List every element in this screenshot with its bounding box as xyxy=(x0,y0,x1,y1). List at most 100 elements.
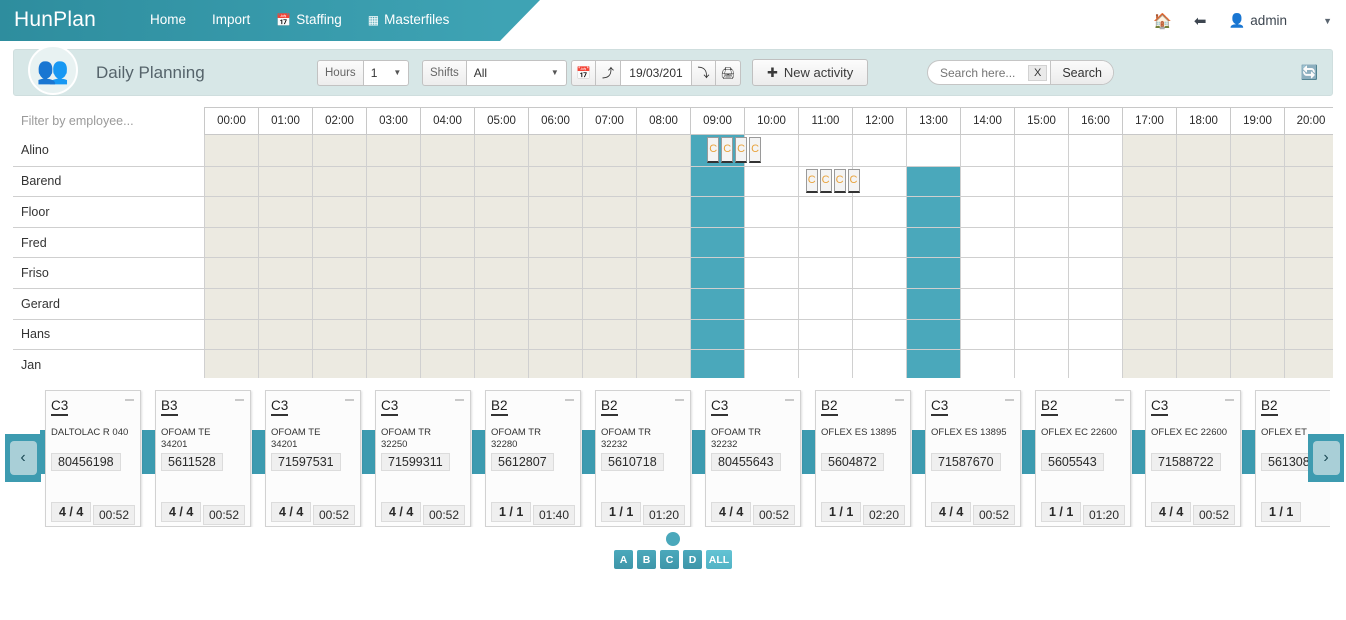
activity-card[interactable]: C3 DALTOLAC R 040 80456198 4 / 4 00:52 xyxy=(45,390,141,527)
nav-item-masterfiles[interactable]: ▦ Masterfiles xyxy=(368,12,450,27)
employee-name-cell[interactable]: Alino xyxy=(13,135,204,166)
hours-select[interactable]: 1 ▼ xyxy=(362,59,410,86)
grid-slot[interactable] xyxy=(204,197,258,227)
grid-slot[interactable] xyxy=(258,258,312,288)
card-minimize-icon[interactable] xyxy=(1225,399,1234,401)
grid-slot[interactable] xyxy=(852,258,906,288)
grid-slot[interactable] xyxy=(1230,319,1284,350)
employee-name-cell[interactable]: Hans xyxy=(13,319,204,350)
grid-slot[interactable] xyxy=(690,258,744,288)
grid-slot[interactable] xyxy=(1122,166,1176,197)
prev-day-button[interactable]: ⤴ xyxy=(596,59,621,86)
activity-block[interactable]: C xyxy=(707,137,720,163)
grid-slot[interactable] xyxy=(1014,227,1068,258)
activity-card[interactable]: B3 OFOAM TE 34201 5611528 4 / 4 00:52 xyxy=(155,390,251,527)
card-minimize-icon[interactable] xyxy=(565,399,574,401)
grid-slot[interactable] xyxy=(204,227,258,258)
card-minimize-icon[interactable] xyxy=(1115,399,1124,401)
shifts-select[interactable]: All ▼ xyxy=(465,59,567,86)
employee-filter-input[interactable]: Filter by employee... xyxy=(13,107,204,135)
grid-slot[interactable] xyxy=(690,227,744,258)
grid-slot[interactable] xyxy=(312,288,366,319)
grid-slot[interactable] xyxy=(420,258,474,288)
grid-slot[interactable] xyxy=(690,350,744,378)
grid-slot[interactable] xyxy=(906,288,960,319)
activity-card[interactable]: B2 OFLEX EC 22600 5605543 1 / 1 01:20 xyxy=(1035,390,1131,527)
grid-slot[interactable] xyxy=(636,166,690,197)
grid-slot[interactable] xyxy=(528,258,582,288)
grid-slot[interactable] xyxy=(366,227,420,258)
grid-slot[interactable] xyxy=(1068,135,1122,166)
grid-slot[interactable] xyxy=(798,197,852,227)
grid-slot[interactable] xyxy=(204,258,258,288)
grid-slot[interactable] xyxy=(204,319,258,350)
home-icon[interactable]: 🏠 xyxy=(1153,12,1172,30)
pager-button-all[interactable]: ALL xyxy=(706,550,732,569)
grid-slot[interactable] xyxy=(258,135,312,166)
grid-slot[interactable] xyxy=(1122,197,1176,227)
grid-slot[interactable] xyxy=(1014,319,1068,350)
grid-slot[interactable] xyxy=(474,258,528,288)
grid-slot[interactable] xyxy=(852,197,906,227)
grid-slot[interactable] xyxy=(312,350,366,378)
grid-slot[interactable] xyxy=(258,227,312,258)
grid-slot[interactable] xyxy=(312,135,366,166)
pager-button-a[interactable]: A xyxy=(614,550,633,569)
activity-card[interactable]: B2 OFOAM TR 32280 5612807 1 / 1 01:40 xyxy=(485,390,581,527)
grid-slot[interactable] xyxy=(1122,288,1176,319)
grid-slot[interactable] xyxy=(582,227,636,258)
grid-slot[interactable] xyxy=(852,319,906,350)
employee-name-cell[interactable]: Floor xyxy=(13,197,204,227)
card-minimize-icon[interactable] xyxy=(455,399,464,401)
activity-card[interactable]: B2 OFLEX ES 13895 5604872 1 / 1 02:20 xyxy=(815,390,911,527)
grid-slot[interactable] xyxy=(960,135,1014,166)
grid-slot[interactable] xyxy=(420,319,474,350)
grid-slot[interactable] xyxy=(906,227,960,258)
card-minimize-icon[interactable] xyxy=(675,399,684,401)
grid-slot[interactable] xyxy=(852,135,906,166)
grid-slot[interactable] xyxy=(744,288,798,319)
nav-item-home[interactable]: Home xyxy=(150,12,186,27)
grid-slot[interactable] xyxy=(582,135,636,166)
card-minimize-icon[interactable] xyxy=(235,399,244,401)
calendar-icon[interactable]: 📅 xyxy=(571,59,596,86)
grid-slot[interactable] xyxy=(312,166,366,197)
employee-name-cell[interactable]: Jan xyxy=(13,350,204,378)
grid-slot[interactable] xyxy=(1068,319,1122,350)
grid-slot[interactable] xyxy=(366,166,420,197)
grid-slot[interactable] xyxy=(744,319,798,350)
grid-slot[interactable] xyxy=(852,288,906,319)
pager-button-b[interactable]: B xyxy=(637,550,656,569)
grid-slot[interactable] xyxy=(528,135,582,166)
grid-slot[interactable] xyxy=(636,135,690,166)
employee-name-cell[interactable]: Barend xyxy=(13,166,204,197)
grid-slot[interactable] xyxy=(582,166,636,197)
grid-slot[interactable] xyxy=(258,319,312,350)
grid-slot[interactable] xyxy=(582,197,636,227)
grid-slot[interactable] xyxy=(960,288,1014,319)
grid-slot[interactable] xyxy=(636,197,690,227)
grid-slot[interactable] xyxy=(636,350,690,378)
grid-slot[interactable] xyxy=(528,288,582,319)
grid-slot[interactable] xyxy=(582,319,636,350)
grid-slot[interactable] xyxy=(798,350,852,378)
employee-name-cell[interactable]: Friso xyxy=(13,258,204,288)
user-menu[interactable]: 👤 admin xyxy=(1228,13,1287,29)
grid-slot[interactable] xyxy=(636,288,690,319)
grid-slot[interactable] xyxy=(744,197,798,227)
grid-slot[interactable] xyxy=(798,319,852,350)
grid-slot[interactable] xyxy=(366,319,420,350)
grid-slot[interactable] xyxy=(798,288,852,319)
grid-slot[interactable] xyxy=(528,350,582,378)
grid-slot[interactable] xyxy=(1014,258,1068,288)
grid-slot[interactable] xyxy=(1176,197,1230,227)
activity-block[interactable]: C xyxy=(805,168,818,194)
grid-slot[interactable] xyxy=(960,258,1014,288)
grid-slot[interactable] xyxy=(1068,258,1122,288)
grid-slot[interactable] xyxy=(1284,197,1333,227)
activity-block[interactable]: C xyxy=(735,137,748,163)
grid-slot[interactable] xyxy=(420,166,474,197)
grid-slot[interactable] xyxy=(420,135,474,166)
grid-slot[interactable] xyxy=(1176,258,1230,288)
grid-slot[interactable] xyxy=(312,227,366,258)
